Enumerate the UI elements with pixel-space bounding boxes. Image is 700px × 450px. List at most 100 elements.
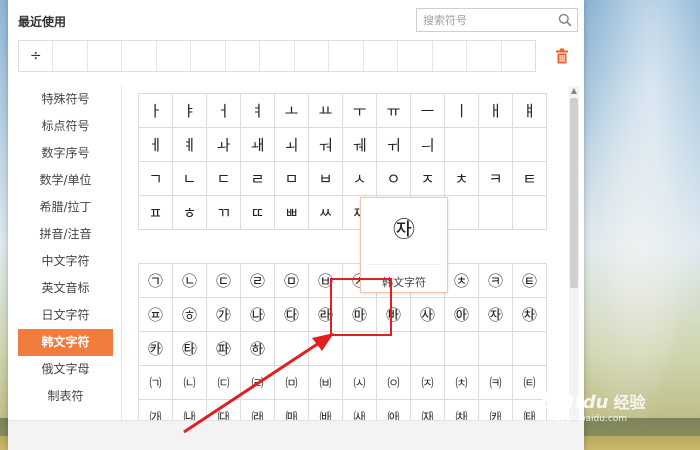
symbol-cell[interactable]: ㉠	[139, 264, 173, 298]
symbol-cell[interactable]: ㅗ	[275, 94, 309, 128]
symbol-cell[interactable]: ㅜ	[343, 94, 377, 128]
symbol-cell[interactable]: ㅏ	[139, 94, 173, 128]
search-input[interactable]	[417, 9, 547, 32]
symbol-cell[interactable]: ㅇ	[377, 162, 411, 196]
symbol-cell[interactable]: ㈃	[241, 366, 275, 400]
symbol-cell[interactable]: ㅠ	[377, 94, 411, 128]
sidebar-item-1[interactable]: 标点符号	[18, 113, 113, 140]
recent-symbol-cell[interactable]	[157, 41, 192, 71]
sidebar-item-6[interactable]: 中文字符	[18, 248, 113, 275]
symbol-cell[interactable]: ㈉	[445, 366, 479, 400]
symbol-cell[interactable]: ㅆ	[309, 196, 343, 230]
symbol-cell[interactable]: ㉢	[207, 264, 241, 298]
symbol-cell[interactable]: ㉸	[139, 332, 173, 366]
symbol-cell[interactable]: ㄲ	[207, 196, 241, 230]
symbol-cell[interactable]: ㅋ	[479, 162, 513, 196]
symbol-cell[interactable]: ㅒ	[513, 94, 547, 128]
symbol-cell[interactable]: ㉡	[173, 264, 207, 298]
symbol-cell[interactable]: ㈏	[173, 400, 207, 421]
recent-symbol-cell[interactable]	[398, 41, 433, 71]
symbol-cell[interactable]: ㉵	[445, 298, 479, 332]
recent-symbol-cell[interactable]	[364, 41, 399, 71]
symbol-cell[interactable]: ㅐ	[479, 94, 513, 128]
symbol-cell[interactable]: ㉤	[275, 264, 309, 298]
symbol-cell[interactable]: ㉩	[445, 264, 479, 298]
sidebar-item-3[interactable]: 数学/单位	[18, 167, 113, 194]
symbol-cell[interactable]: ㅈ	[411, 162, 445, 196]
symbol-cell[interactable]: ㅎ	[173, 196, 207, 230]
sidebar-item-10[interactable]: 俄文字母	[18, 356, 113, 383]
symbol-cell[interactable]: ㅁ	[275, 162, 309, 196]
symbol-cell[interactable]: ㅞ	[343, 128, 377, 162]
search-box[interactable]	[416, 8, 578, 32]
symbol-cell[interactable]: ㄹ	[241, 162, 275, 196]
symbol-cell[interactable]: ㈅	[309, 366, 343, 400]
symbol-cell[interactable]: ㈎	[139, 400, 173, 421]
recent-symbol-cell[interactable]	[226, 41, 261, 71]
symbol-cell[interactable]: ㄱ	[139, 162, 173, 196]
symbol-cell[interactable]: ㄷ	[207, 162, 241, 196]
symbol-cell[interactable]: ㅟ	[377, 128, 411, 162]
scroll-thumb[interactable]	[570, 98, 578, 288]
sidebar-item-2[interactable]: 数字序号	[18, 140, 113, 167]
symbol-cell[interactable]: ㈇	[377, 366, 411, 400]
recent-symbol-cell[interactable]	[433, 41, 468, 71]
symbol-cell[interactable]: ㅓ	[207, 94, 241, 128]
trash-icon[interactable]	[555, 48, 569, 64]
symbol-cell[interactable]: ㉻	[241, 332, 275, 366]
symbol-cell[interactable]: ㈖	[411, 400, 445, 421]
symbol-cell[interactable]: ㅢ	[411, 128, 445, 162]
symbol-cell[interactable]: ㈁	[173, 366, 207, 400]
symbol-cell[interactable]: ㉪	[479, 264, 513, 298]
symbol-cell[interactable]: ㈄	[275, 366, 309, 400]
sidebar-item-5[interactable]: 拼音/注音	[18, 221, 113, 248]
symbol-cell[interactable]: ㉫	[513, 264, 547, 298]
symbol-cell[interactable]: ㉷	[513, 298, 547, 332]
recent-symbol-cell[interactable]	[467, 41, 502, 71]
symbol-cell[interactable]: ㉭	[173, 298, 207, 332]
symbol-cell[interactable]: ㉹	[173, 332, 207, 366]
symbol-cell[interactable]: ㅝ	[309, 128, 343, 162]
sidebar-item-0[interactable]: 特殊符号	[18, 86, 113, 113]
symbol-cell[interactable]: ㉮	[207, 298, 241, 332]
symbol-cell[interactable]: ㅕ	[241, 94, 275, 128]
recent-symbol-cell[interactable]	[329, 41, 364, 71]
recent-symbol-cell[interactable]	[122, 41, 157, 71]
symbol-cell[interactable]: ㈒	[275, 400, 309, 421]
scroll-up-icon[interactable]: ▲	[569, 86, 579, 96]
recent-symbol-cell[interactable]	[295, 41, 330, 71]
symbol-cell[interactable]: ㅅ	[343, 162, 377, 196]
symbol-cell[interactable]: ㉰	[275, 298, 309, 332]
symbol-cell[interactable]: ㉯	[241, 298, 275, 332]
search-icon[interactable]	[558, 13, 572, 27]
symbol-cell[interactable]: ㅚ	[275, 128, 309, 162]
symbol-cell[interactable]: ㈓	[309, 400, 343, 421]
symbol-cell[interactable]: ㅙ	[241, 128, 275, 162]
symbol-cell[interactable]: ㈐	[207, 400, 241, 421]
symbol-cell[interactable]: ㈘	[479, 400, 513, 421]
symbol-cell[interactable]: ㅃ	[275, 196, 309, 230]
recent-symbol-cell[interactable]	[260, 41, 295, 71]
sidebar-item-8[interactable]: 日文字符	[18, 302, 113, 329]
symbol-cell[interactable]: ㅡ	[411, 94, 445, 128]
recent-symbol-cell[interactable]	[191, 41, 226, 71]
symbol-cell[interactable]: ㈑	[241, 400, 275, 421]
symbol-cell[interactable]: ㈊	[479, 366, 513, 400]
sidebar-item-9[interactable]: 韩文字符	[18, 329, 113, 356]
symbol-cell[interactable]: ㄸ	[241, 196, 275, 230]
vertical-scrollbar[interactable]: ▲	[569, 86, 579, 420]
recent-symbol-cell[interactable]	[502, 41, 535, 71]
symbol-cell[interactable]: ㈕	[377, 400, 411, 421]
symbol-cell[interactable]: ㅖ	[173, 128, 207, 162]
symbol-cell[interactable]: ㉬	[139, 298, 173, 332]
recent-symbol-cell[interactable]	[88, 41, 123, 71]
sidebar-item-11[interactable]: 制表符	[18, 383, 113, 410]
symbol-cell[interactable]: ㉶	[479, 298, 513, 332]
symbol-cell[interactable]: ㄴ	[173, 162, 207, 196]
symbol-cell[interactable]: ㉴	[411, 298, 445, 332]
symbol-cell[interactable]: ㅣ	[445, 94, 479, 128]
recent-symbol-cell[interactable]	[53, 41, 88, 71]
symbol-cell[interactable]: ㅑ	[173, 94, 207, 128]
symbol-cell[interactable]: ㅛ	[309, 94, 343, 128]
symbol-cell[interactable]: ㈈	[411, 366, 445, 400]
